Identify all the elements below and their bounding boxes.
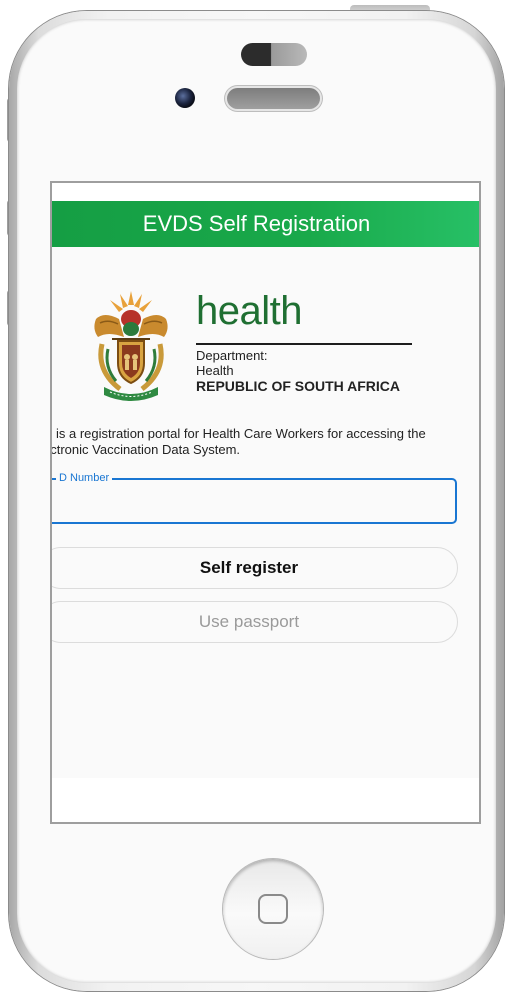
top-sensor <box>241 43 307 66</box>
id-number-input[interactable] <box>58 488 442 516</box>
intro-text: is is a registration portal for Health C… <box>50 426 463 458</box>
phone-screen: EVDS Self Registration health Department… <box>50 181 481 824</box>
intro-line-1: is is a registration portal for Health C… <box>50 426 426 441</box>
department-logo: health Department: Health REPUBLIC OF SO… <box>86 289 466 409</box>
department-label: Department: <box>196 348 268 363</box>
intro-line-2: ectronic Vaccination Data System. <box>50 442 241 457</box>
id-number-label: D Number <box>56 471 113 485</box>
country-name: REPUBLIC OF SOUTH AFRICA <box>196 378 401 394</box>
page-title: EVDS Self Registration <box>142 211 371 236</box>
earpiece-speaker <box>227 88 320 109</box>
id-number-field[interactable]: D Number <box>52 471 457 524</box>
department-name: Health <box>196 363 234 378</box>
home-button[interactable] <box>223 859 323 959</box>
home-square-icon <box>258 894 288 924</box>
front-camera-icon <box>175 88 195 108</box>
brand-wordmark: health <box>196 289 302 333</box>
use-passport-button[interactable]: Use passport <box>52 601 458 643</box>
self-register-button[interactable]: Self register <box>52 547 458 589</box>
coat-of-arms-icon <box>94 291 168 401</box>
app-view: EVDS Self Registration health Department… <box>52 201 479 778</box>
app-header: EVDS Self Registration <box>52 201 479 247</box>
brand-divider <box>196 343 412 345</box>
